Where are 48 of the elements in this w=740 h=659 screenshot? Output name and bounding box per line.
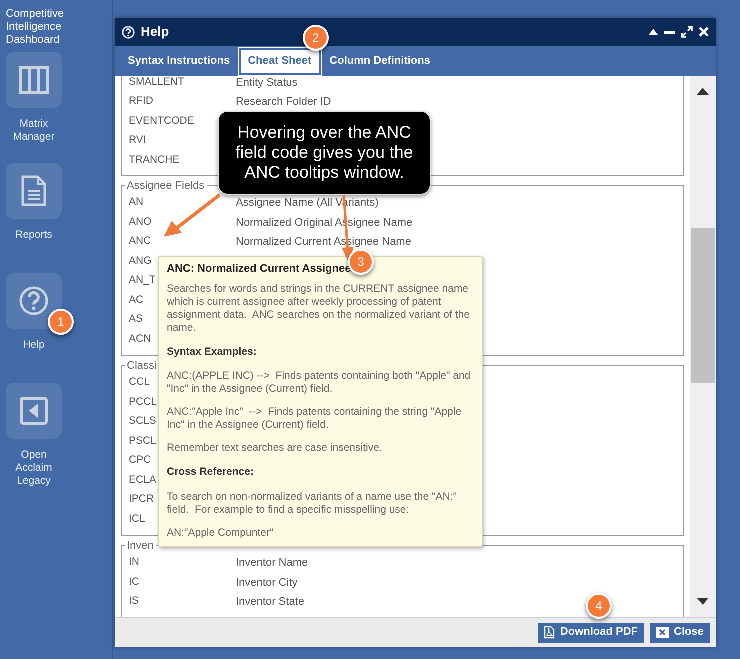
tooltip-text: ANC:(APPLE INC) --> Finds patents containing both "Apple" and "Inc" in the Assignee (Current) field. — [167, 370, 472, 396]
field-code: ICL — [129, 512, 146, 527]
tooltip-text: AN:"Apple Compunter" — [167, 527, 275, 540]
field-code: PSCL — [129, 434, 156, 449]
tooltip-heading: Cross Reference: — [167, 465, 255, 480]
field-code: CCL — [129, 375, 150, 390]
field-code: IPCR — [129, 492, 154, 508]
field-description: Inventor Name — [236, 556, 308, 571]
field-code: TRANCHE — [129, 152, 180, 168]
window-title: Help — [141, 23, 170, 42]
step-badge: 1 — [48, 309, 74, 335]
nav-label: Open Acclaim Legacy — [14, 449, 54, 488]
field-code: AC — [129, 292, 144, 308]
field-description: Research Folder ID — [236, 95, 332, 110]
nav-label: Help — [22, 339, 46, 352]
field-code: IC — [129, 574, 140, 590]
callout: Hovering over the ANC field code gives you the ANC tooltips window. — [218, 111, 431, 195]
field-code: SCLS — [129, 414, 156, 430]
group-legend: Inven — [125, 538, 156, 552]
group-legend: Classi — [125, 358, 159, 372]
field-code: ANO — [129, 214, 152, 230]
nav-label: Matrix Manager — [12, 118, 56, 144]
field-code: AN_T — [129, 273, 156, 288]
tooltip-heading: Syntax Examples: — [167, 344, 258, 360]
field-code: RFID — [129, 94, 154, 110]
field-code: ANC — [129, 234, 152, 250]
field-code: CPC — [129, 453, 152, 468]
field-code: ECLA — [129, 472, 156, 488]
field-description: Inventor City — [236, 576, 298, 590]
tooltip-text: ANC:"Apple Inc" --> Finds patents containing the string "Apple Inc" in the Assignee (Current) field. — [167, 406, 463, 432]
field-code: AS — [129, 312, 144, 328]
nav-label: Reports — [14, 229, 54, 242]
field-code: ACN — [129, 332, 152, 347]
field-code: RVI — [129, 133, 146, 148]
field-code: ANG — [129, 254, 152, 269]
field-code: PCCL — [129, 394, 158, 410]
field-code: SMALLENT — [129, 76, 184, 90]
field-description: Entity Status — [236, 76, 298, 90]
tooltip-text: To search on non-normalized variants of a name use the "AN:" field. For example to find a specific misspelling use: — [167, 491, 458, 517]
field-code: EVENTCODE — [129, 114, 194, 129]
field-code: AN — [129, 195, 144, 210]
field-code: IS — [129, 594, 139, 610]
tooltip-text: Remember text searches are case insensitive. — [167, 442, 384, 456]
app-title: Competitive Intelligence Dashboard — [5, 7, 66, 47]
group-legend: Assignee Fields — [125, 178, 207, 192]
tooltip-text: Searches for words and strings in the CURRENT assignee name which is current assignee after weekly processing of patent assignment data. ANC searches on the normalized variant of the name. — [167, 282, 471, 334]
field-description: Inventor State — [236, 595, 304, 610]
field-code: IN — [129, 555, 140, 570]
